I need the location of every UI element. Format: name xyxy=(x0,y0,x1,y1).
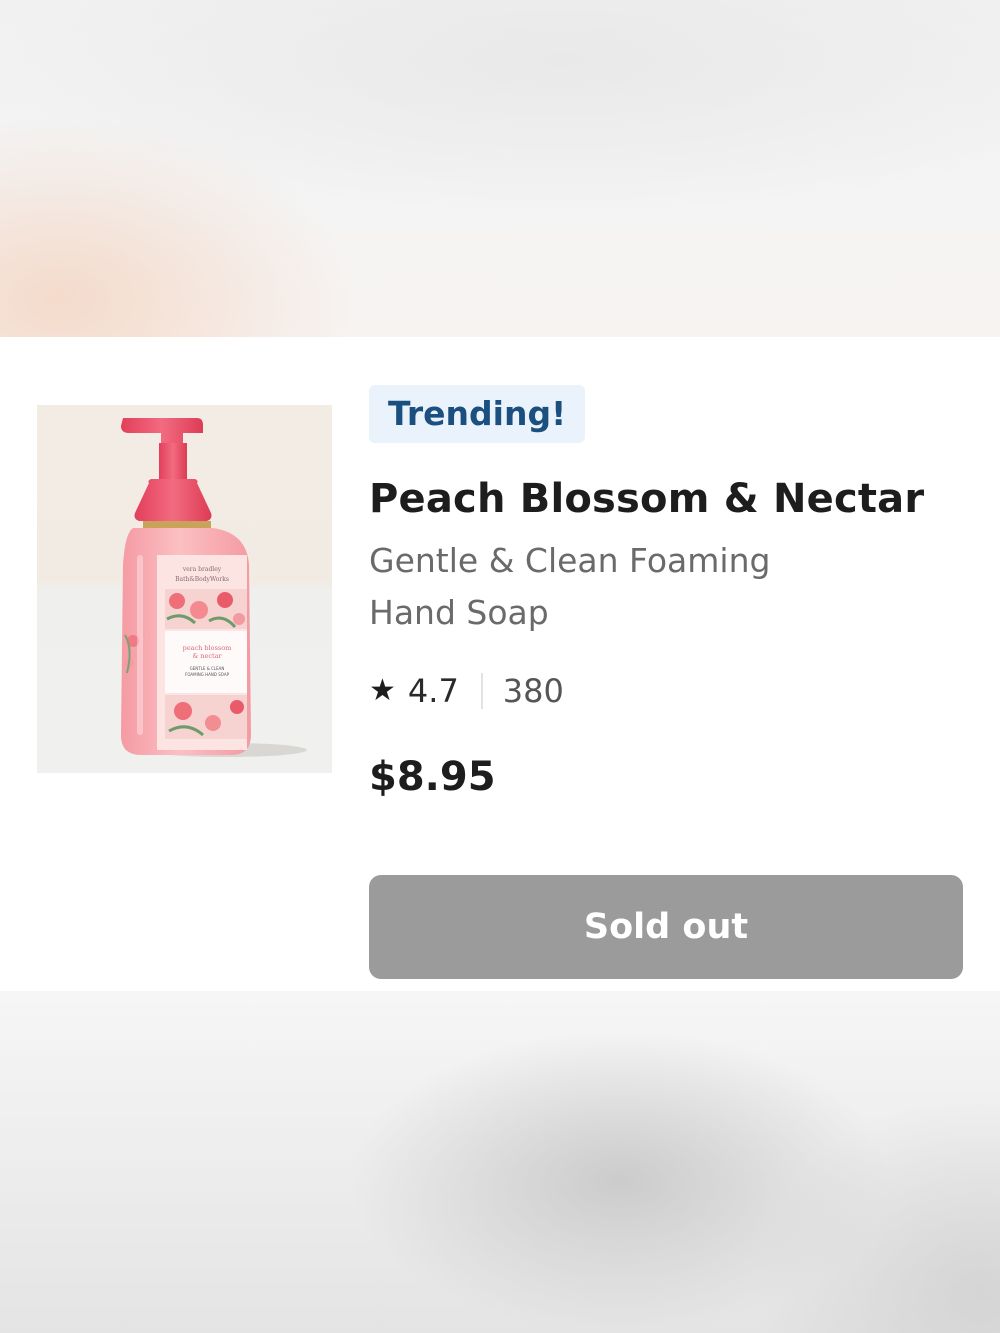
product-card[interactable]: vera bradley Bath&BodyWorks peach blosso… xyxy=(0,337,1000,991)
product-price: $8.95 xyxy=(369,754,496,800)
svg-text:Bath&BodyWorks: Bath&BodyWorks xyxy=(175,576,229,583)
blurred-background-bottom xyxy=(0,991,1000,1333)
product-subtitle: Gentle & Clean Foaming Hand Soap xyxy=(369,541,771,632)
svg-text:peach blossom: peach blossom xyxy=(183,644,232,652)
svg-text:vera bradley: vera bradley xyxy=(182,566,222,573)
sold-out-button[interactable]: Sold out xyxy=(369,875,963,979)
product-title[interactable]: Peach Blossom & Nectar xyxy=(369,477,969,521)
soap-bottle-image: vera bradley Bath&BodyWorks peach blosso… xyxy=(121,418,307,757)
svg-text:& nectar: & nectar xyxy=(192,652,222,660)
product-image[interactable]: vera bradley Bath&BodyWorks peach blosso… xyxy=(37,405,332,773)
rating-divider xyxy=(480,673,483,709)
product-rating[interactable]: ★ 4.7 380 xyxy=(369,669,969,713)
blurred-background-top xyxy=(0,0,1000,337)
review-count: 380 xyxy=(502,672,564,710)
svg-text:FOAMING HAND SOAP: FOAMING HAND SOAP xyxy=(185,672,230,677)
rating-value: 4.7 xyxy=(407,672,459,710)
trending-badge: Trending! xyxy=(369,385,586,443)
star-icon: ★ xyxy=(369,673,396,708)
product-info: Trending! Peach Blossom & Nectar Gentle … xyxy=(369,385,969,797)
svg-text:GENTLE & CLEAN: GENTLE & CLEAN xyxy=(190,666,225,671)
